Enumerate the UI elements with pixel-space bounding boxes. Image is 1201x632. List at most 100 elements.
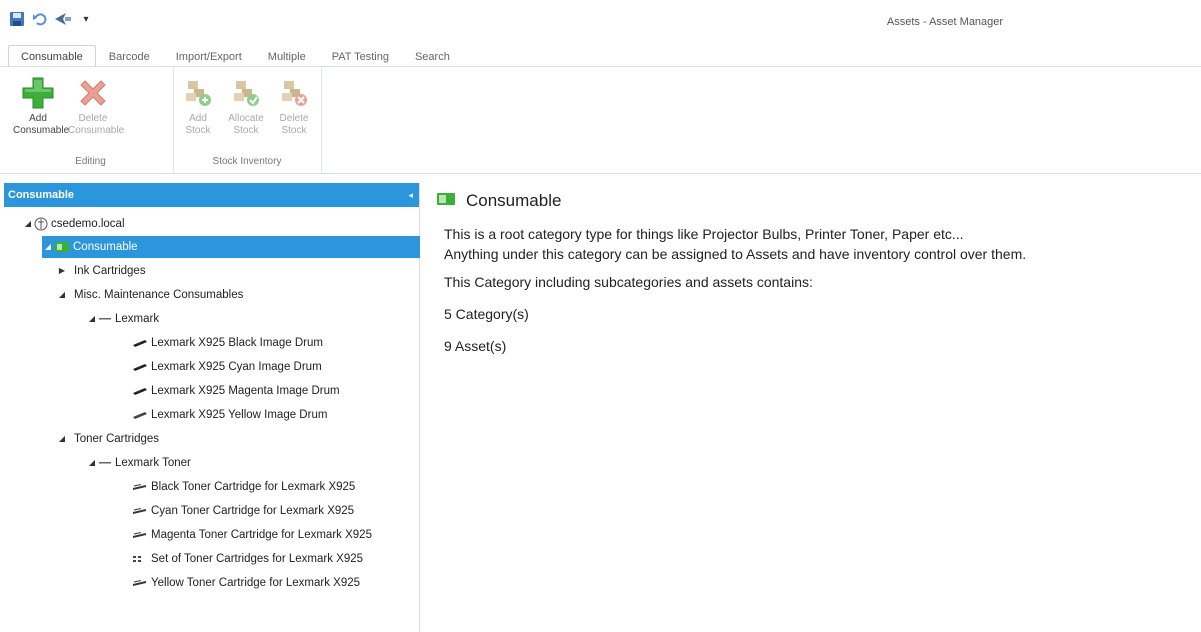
tree-node-label: csedemo.local bbox=[51, 218, 125, 230]
delete-icon bbox=[75, 75, 111, 111]
add-icon bbox=[20, 75, 56, 111]
expand-arrow-icon[interactable]: ◢ bbox=[56, 284, 68, 306]
expand-arrow-icon[interactable]: ◢ bbox=[22, 213, 34, 235]
send-icon[interactable] bbox=[54, 10, 72, 28]
tree-node-yellow-toner[interactable]: Yellow Toner Cartridge for Lexmark X925 bbox=[132, 572, 360, 594]
detail-title-row: Consumable bbox=[432, 188, 1192, 214]
add-consumable-label-1: Add bbox=[29, 113, 47, 124]
drum-icon bbox=[132, 410, 148, 420]
tree-node-black-toner[interactable]: Black Toner Cartridge for Lexmark X925 bbox=[132, 476, 355, 498]
navigation-panel: Consumable ◂ ◢ csedemo.local ◢ Consumabl… bbox=[4, 183, 420, 632]
description-line-2: Anything under this category can be assi… bbox=[444, 246, 1027, 262]
expand-arrow-icon[interactable]: ◢ bbox=[86, 308, 98, 330]
tree-node-ink-cartridges[interactable]: ▶ Ink Cartridges bbox=[56, 260, 146, 282]
tree-node-label: Set of Toner Cartridges for Lexmark X925 bbox=[151, 553, 364, 565]
delete-consumable-button[interactable]: Delete Consumable bbox=[68, 75, 125, 137]
ribbon: Add Consumable Delete Consumable Editing… bbox=[0, 66, 1201, 174]
expand-arrow-icon[interactable]: ◢ bbox=[86, 452, 98, 474]
tree-node-label: Misc. Maintenance Consumables bbox=[74, 289, 244, 301]
add-stock-button[interactable]: Add Stock bbox=[173, 75, 223, 137]
tree-node-label: Magenta Toner Cartridge for Lexmark X925 bbox=[151, 529, 372, 541]
tree-node-label: Black Toner Cartridge for Lexmark X925 bbox=[151, 481, 356, 493]
tab-pat-testing[interactable]: PAT Testing bbox=[319, 45, 402, 67]
ribbon-tabs: Consumable Barcode Import/Export Multipl… bbox=[8, 45, 463, 67]
tree-node-magenta-drum[interactable]: Lexmark X925 Magenta Image Drum bbox=[132, 380, 340, 402]
tree-node-label: Yellow Toner Cartridge for Lexmark X925 bbox=[151, 577, 361, 589]
toner-icon bbox=[132, 578, 148, 588]
allocate-stock-label-2: Stock bbox=[233, 125, 259, 136]
add-stock-icon bbox=[180, 75, 216, 111]
consumable-category-icon bbox=[436, 191, 456, 211]
asset-count: 9 Asset(s) bbox=[444, 338, 507, 354]
tree-node-label: Lexmark X925 Yellow Image Drum bbox=[151, 409, 328, 421]
toner-icon bbox=[132, 530, 148, 540]
detail-pane: Consumable This is a root category type … bbox=[432, 188, 1192, 356]
panel-header: Consumable ◂ bbox=[4, 183, 419, 207]
window-title: Assets - Asset Manager bbox=[886, 16, 1004, 28]
dash-icon bbox=[98, 317, 112, 321]
tree-node-black-drum[interactable]: Lexmark X925 Black Image Drum bbox=[132, 332, 323, 354]
tree-node-misc-maintenance[interactable]: ◢ Misc. Maintenance Consumables bbox=[56, 284, 243, 306]
consumable-category-icon bbox=[54, 241, 70, 253]
tab-import-export[interactable]: Import/Export bbox=[163, 45, 255, 67]
delete-stock-button[interactable]: Delete Stock bbox=[269, 75, 319, 137]
delete-stock-label-2: Stock bbox=[281, 125, 307, 136]
tab-consumable[interactable]: Consumable bbox=[8, 45, 96, 67]
allocate-stock-button[interactable]: Allocate Stock bbox=[221, 75, 271, 137]
tab-multiple[interactable]: Multiple bbox=[255, 45, 319, 67]
collapsed-arrow-icon[interactable]: ▶ bbox=[56, 260, 68, 282]
panel-title: Consumable bbox=[8, 189, 75, 201]
tree-node-label: Toner Cartridges bbox=[74, 433, 160, 445]
tree-node-lexmark-toner[interactable]: ◢ Lexmark Toner bbox=[86, 452, 191, 474]
tree-node-lexmark[interactable]: ◢ Lexmark bbox=[86, 308, 159, 330]
editing-group-label: Editing bbox=[75, 156, 106, 167]
stock-inventory-group: Add Stock Allocate Stock Delete Stock St… bbox=[173, 67, 322, 173]
tree-node-toner-set[interactable]: Set of Toner Cartridges for Lexmark X925 bbox=[132, 548, 363, 570]
collapse-panel-icon[interactable]: ◂ bbox=[408, 183, 413, 207]
tree-node-label: Cyan Toner Cartridge for Lexmark X925 bbox=[151, 505, 355, 517]
tree-node-label: Lexmark X925 Black Image Drum bbox=[151, 337, 323, 349]
category-count: 5 Category(s) bbox=[444, 306, 529, 322]
tab-search[interactable]: Search bbox=[402, 45, 463, 67]
expand-arrow-icon[interactable]: ◢ bbox=[56, 428, 68, 450]
tree-node-consumable[interactable]: ◢ Consumable bbox=[42, 236, 420, 258]
toner-set-icon bbox=[132, 554, 148, 564]
customize-icon[interactable]: ▾ bbox=[77, 10, 95, 28]
tree-node-label: Lexmark X925 Cyan Image Drum bbox=[151, 361, 322, 373]
delete-consumable-label-2: Consumable bbox=[68, 125, 125, 136]
tab-barcode[interactable]: Barcode bbox=[96, 45, 163, 67]
toner-icon bbox=[132, 482, 148, 492]
allocate-stock-icon bbox=[228, 75, 264, 111]
tree-node-yellow-drum[interactable]: Lexmark X925 Yellow Image Drum bbox=[132, 404, 327, 426]
quick-access-toolbar: ▾ bbox=[8, 8, 95, 30]
add-stock-label-2: Stock bbox=[185, 125, 211, 136]
allocate-stock-label-1: Allocate bbox=[228, 113, 264, 124]
tree-node-label: Lexmark Toner bbox=[115, 457, 191, 469]
add-stock-label-1: Add bbox=[189, 113, 207, 124]
save-icon[interactable] bbox=[8, 10, 26, 28]
domain-icon bbox=[34, 217, 48, 231]
dash-icon bbox=[98, 461, 112, 465]
undo-icon[interactable] bbox=[31, 10, 49, 28]
tree-node-toner-cartridges[interactable]: ◢ Toner Cartridges bbox=[56, 428, 159, 450]
description-line-1: This is a root category type for things … bbox=[444, 226, 964, 242]
add-consumable-button[interactable]: Add Consumable bbox=[13, 75, 70, 137]
contains-text: This Category including subcategories an… bbox=[444, 274, 813, 290]
tree-node-root[interactable]: ◢ csedemo.local bbox=[22, 213, 125, 235]
tree-node-label: Lexmark bbox=[115, 313, 160, 325]
toner-icon bbox=[132, 506, 148, 516]
delete-stock-icon bbox=[276, 75, 312, 111]
tree-node-cyan-drum[interactable]: Lexmark X925 Cyan Image Drum bbox=[132, 356, 322, 378]
detail-title: Consumable bbox=[466, 191, 562, 210]
drum-icon bbox=[132, 386, 148, 396]
expand-arrow-icon[interactable]: ◢ bbox=[42, 236, 54, 258]
drum-icon bbox=[132, 362, 148, 372]
stock-inventory-group-label: Stock Inventory bbox=[212, 156, 282, 167]
editing-group: Add Consumable Delete Consumable Editing bbox=[8, 67, 174, 173]
tree-node-label: Lexmark X925 Magenta Image Drum bbox=[151, 385, 340, 397]
drum-icon bbox=[132, 338, 148, 348]
tree-node-label: Ink Cartridges bbox=[74, 265, 146, 277]
tree-node-magenta-toner[interactable]: Magenta Toner Cartridge for Lexmark X925 bbox=[132, 524, 372, 546]
tree-node-cyan-toner[interactable]: Cyan Toner Cartridge for Lexmark X925 bbox=[132, 500, 354, 522]
add-consumable-label-2: Consumable bbox=[13, 125, 70, 136]
